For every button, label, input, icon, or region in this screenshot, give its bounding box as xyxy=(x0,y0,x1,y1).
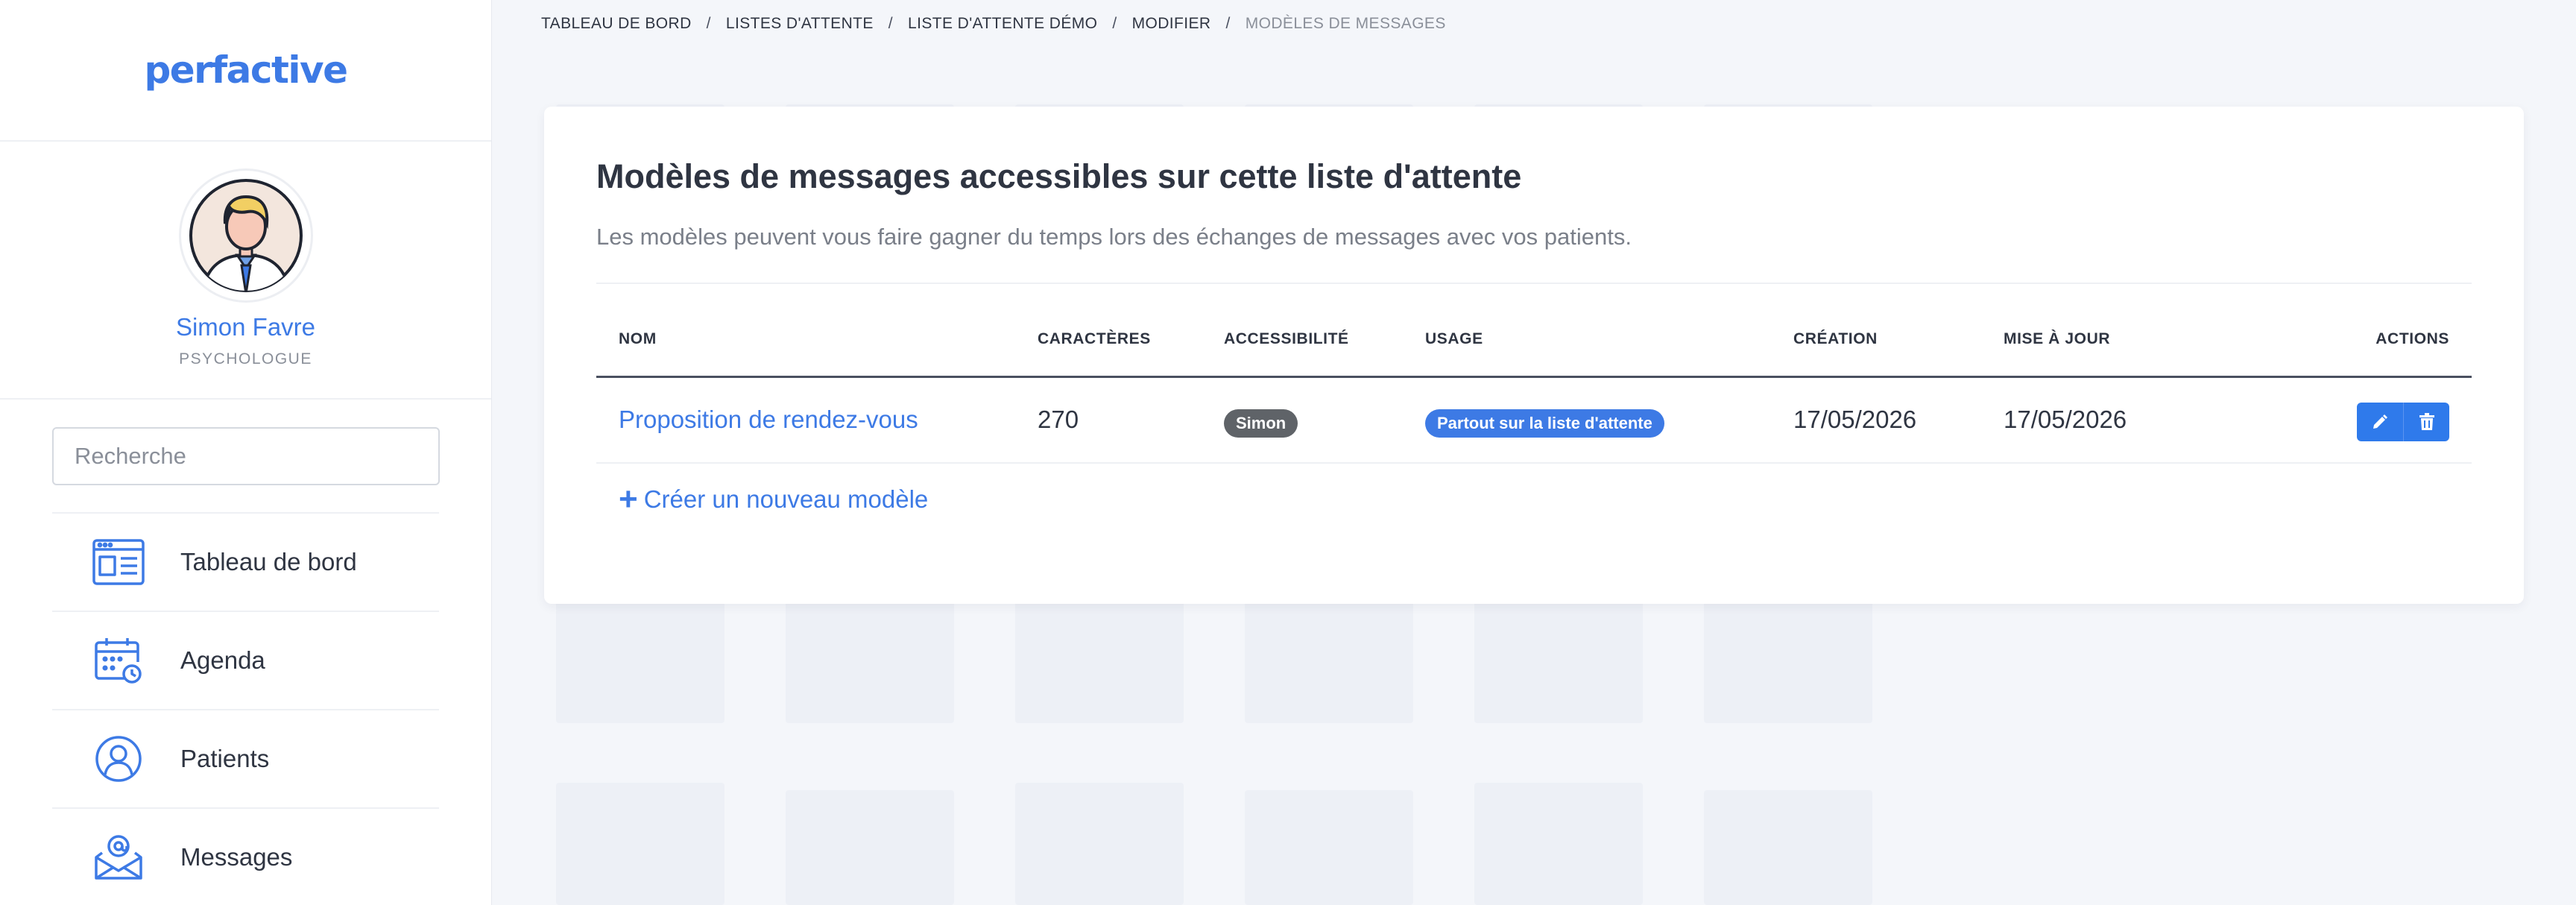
column-header-accessibility: ACCESSIBILITÉ xyxy=(1224,330,1349,347)
template-name-link[interactable]: Proposition de rendez-vous xyxy=(619,406,918,434)
breadcrumb-separator: / xyxy=(1225,15,1231,32)
column-header-updated: MISE À JOUR xyxy=(2004,330,2111,347)
sidebar-item-label: Tableau de bord xyxy=(180,548,357,576)
dashboard-icon xyxy=(86,530,151,594)
breadcrumb-item-current: MODÈLES DE MESSAGES xyxy=(1245,15,1446,32)
table-header: NOM CARACTÈRES ACCESSIBILITÉ USAGE CRÉAT… xyxy=(596,330,2472,378)
breadcrumb-item-demo-waitlist[interactable]: LISTE D'ATTENTE DÉMO xyxy=(908,15,1097,33)
sidebar-item-label: Patients xyxy=(180,745,270,772)
create-template-label: Créer un nouveau modèle xyxy=(643,485,929,513)
sidebar: perfactive Simon Favre PSYCHOLOGUE Reche… xyxy=(0,0,492,905)
page-title: Modèles de messages accessibles sur cett… xyxy=(596,157,1522,195)
breadcrumb-item-waitlists[interactable]: LISTES D'ATTENTE xyxy=(726,15,874,33)
breadcrumb-separator: / xyxy=(1112,15,1117,32)
column-header-name: NOM xyxy=(619,330,657,347)
breadcrumb-item-edit[interactable]: MODIFIER xyxy=(1132,15,1211,33)
profile-panel: Simon Favre PSYCHOLOGUE xyxy=(0,142,491,400)
user-avatar-icon xyxy=(189,179,303,292)
sidebar-item-dashboard[interactable]: Tableau de bord xyxy=(52,514,439,612)
breadcrumb-separator: / xyxy=(888,15,894,32)
search-input[interactable] xyxy=(52,427,440,485)
logo-area: perfactive xyxy=(0,0,491,142)
column-header-created: CRÉATION xyxy=(1793,330,1878,347)
calendar-icon xyxy=(86,628,151,693)
breadcrumb-item-dashboard[interactable]: TABLEAU DE BORD xyxy=(541,15,692,33)
row-actions xyxy=(2357,403,2449,441)
edit-button[interactable] xyxy=(2357,403,2403,441)
mail-icon xyxy=(86,825,151,889)
sidebar-nav: Tableau de bord Agenda Patients Messages xyxy=(52,512,439,905)
profile-role: PSYCHOLOGUE xyxy=(179,350,312,368)
page-description: Les modèles peuvent vous faire gagner du… xyxy=(596,224,1632,250)
profile-name[interactable]: Simon Favre xyxy=(176,313,315,341)
avatar[interactable] xyxy=(178,168,313,303)
plus-icon: + xyxy=(619,481,638,517)
sidebar-item-messages[interactable]: Messages xyxy=(52,809,439,905)
template-created-date: 17/05/2026 xyxy=(1793,406,1917,433)
divider xyxy=(596,283,2472,284)
usage-badge: Partout sur la liste d'attente xyxy=(1425,409,1664,438)
accessibility-badge: Simon xyxy=(1224,409,1298,438)
template-characters: 270 xyxy=(1038,406,1079,433)
breadcrumb: TABLEAU DE BORD / LISTES D'ATTENTE / LIS… xyxy=(541,15,1446,33)
column-header-usage: USAGE xyxy=(1425,330,1483,347)
user-icon xyxy=(86,727,151,791)
template-updated-date: 17/05/2026 xyxy=(2004,406,2127,433)
column-header-characters: CARACTÈRES xyxy=(1038,330,1151,347)
sidebar-item-patients[interactable]: Patients xyxy=(52,710,439,809)
table-row: Proposition de rendez-vous 270 Simon Par… xyxy=(596,380,2472,464)
templates-card: Modèles de messages accessibles sur cett… xyxy=(544,107,2524,604)
sidebar-item-label: Agenda xyxy=(180,646,265,674)
search-wrapper xyxy=(0,400,491,485)
brand-logo[interactable]: perfactive xyxy=(144,48,348,92)
breadcrumb-separator: / xyxy=(706,15,711,32)
sidebar-item-label: Messages xyxy=(180,843,293,871)
create-template-link[interactable]: + Créer un nouveau modèle xyxy=(619,483,928,516)
edit-icon xyxy=(2373,414,2387,429)
delete-button[interactable] xyxy=(2403,403,2449,441)
sidebar-item-agenda[interactable]: Agenda xyxy=(52,612,439,710)
trash-icon xyxy=(2419,413,2434,430)
column-header-actions: ACTIONS xyxy=(2375,330,2449,347)
